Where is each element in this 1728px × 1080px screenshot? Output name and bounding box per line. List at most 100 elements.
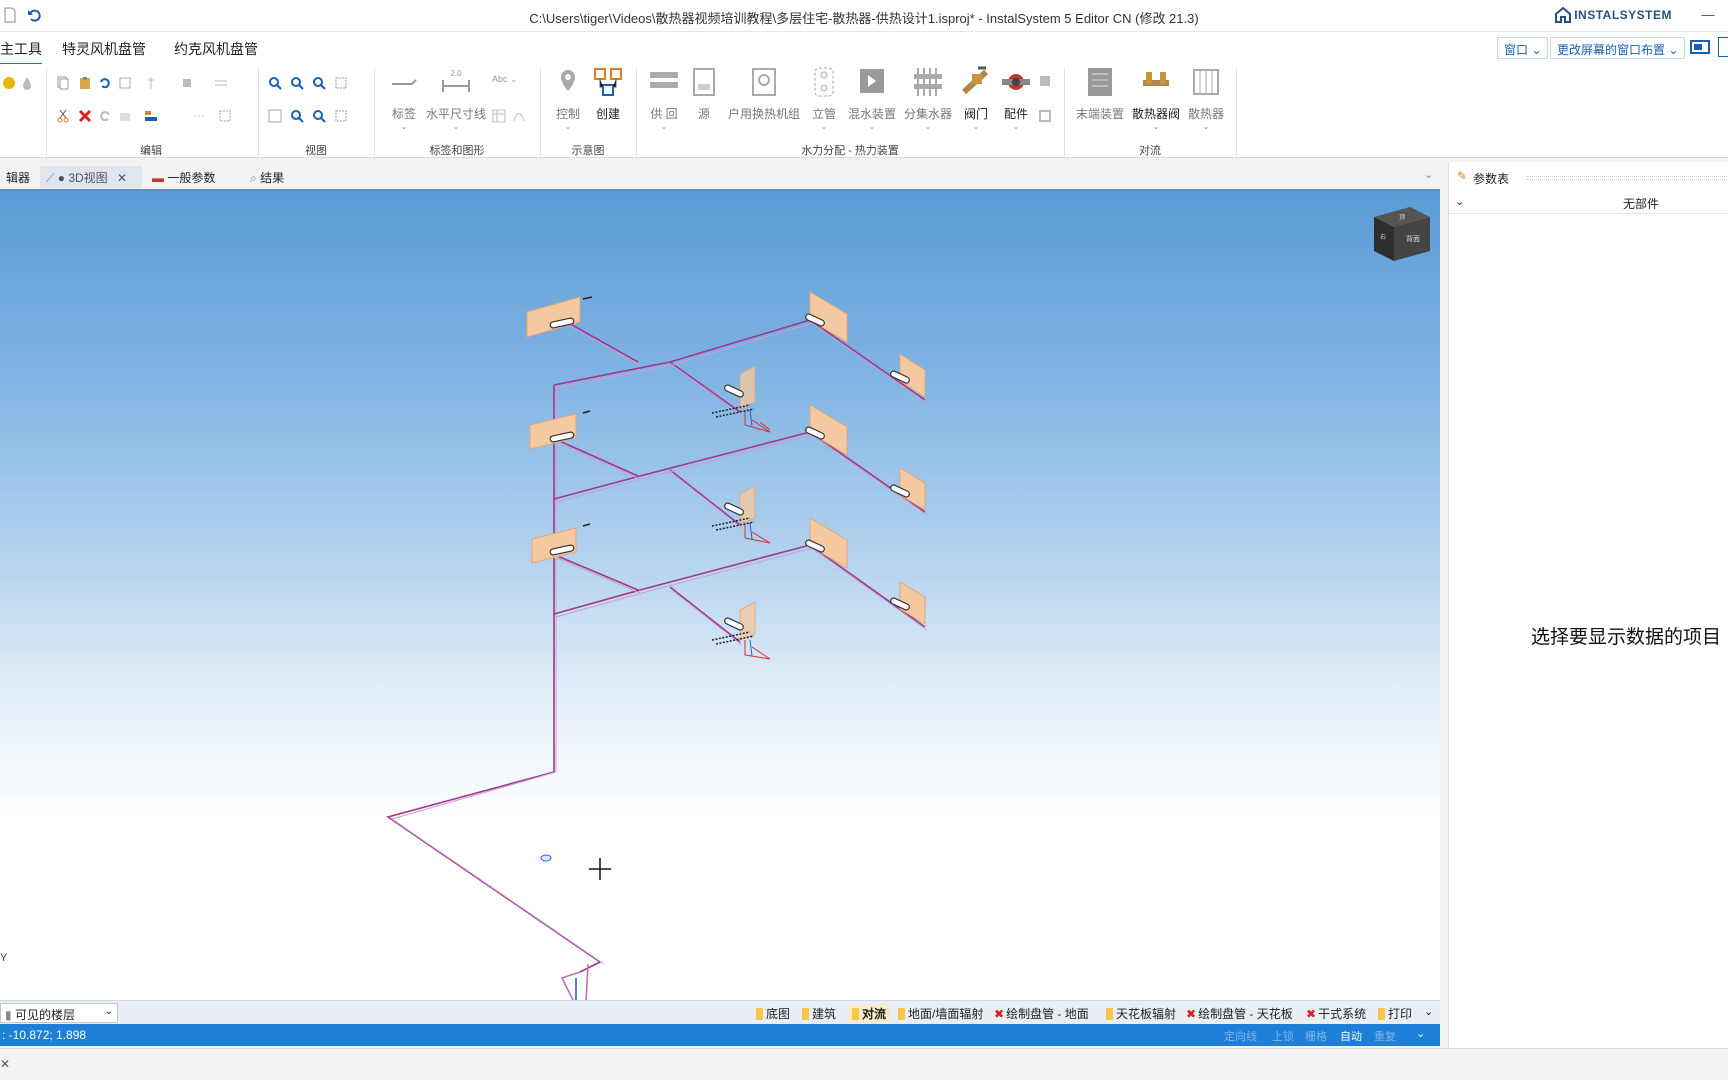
manifold-button[interactable]: 分集水器 ⌄ xyxy=(900,66,956,132)
source-marker xyxy=(540,854,552,862)
status-dropdown-icon[interactable]: ⌄ xyxy=(1416,1027,1425,1040)
status-grid[interactable]: 栅格 xyxy=(1305,1028,1327,1044)
drop-icon[interactable] xyxy=(20,76,34,90)
format-icon[interactable] xyxy=(118,109,132,123)
close-tab-icon[interactable]: ✕ xyxy=(117,171,127,185)
valve-button[interactable]: 阀门 ⌄ xyxy=(956,66,996,132)
svg-text:背面: 背面 xyxy=(1406,234,1420,243)
radiator-valve-button[interactable]: 散热器阀 ⌄ xyxy=(1128,66,1184,132)
mixing-device-button[interactable]: 混水装置 ⌄ xyxy=(844,66,900,132)
end-device-icon xyxy=(1088,68,1112,96)
minimize-button[interactable]: — xyxy=(1688,0,1728,32)
panel-subheader: ⌄ 无部件 xyxy=(1449,192,1728,214)
zoom-in-icon[interactable] xyxy=(268,76,282,90)
layer-floor-wall-radiant[interactable]: 地面/墙面辐射 xyxy=(898,1005,983,1022)
fitting-button[interactable]: 配件 ⌄ xyxy=(996,66,1036,132)
pan-icon[interactable] xyxy=(334,109,348,123)
zoom-previous-icon[interactable] xyxy=(290,109,304,123)
window-layout-dropdown[interactable]: 更改屏幕的窗口布置 ⌄ xyxy=(1550,37,1686,59)
layer-dry-system[interactable]: ✖ 干式系统 xyxy=(1306,1005,1366,1022)
title-bar: C:\Users\tiger\Videos\散热器视频培训教程\多层住宅-散热器… xyxy=(0,0,1728,32)
small-box-icon[interactable] xyxy=(1038,109,1052,123)
collapse-icon[interactable]: ⌄ xyxy=(1455,195,1464,208)
tabs-dropdown-icon[interactable]: ⌄ xyxy=(1424,168,1433,181)
params-icon: ▬ xyxy=(152,171,164,185)
navigation-cube[interactable]: 顶 背面 右 xyxy=(1370,203,1432,265)
tab-main-tools[interactable]: 主工具 xyxy=(0,39,42,65)
tab-3d-view[interactable]: ⟋ ● 3D视图 ✕ xyxy=(40,166,142,188)
end-device-button[interactable]: 末端装置 xyxy=(1072,66,1128,122)
svg-text:顶: 顶 xyxy=(1399,214,1405,221)
status-lock[interactable]: 上锁 xyxy=(1272,1028,1294,1044)
selection-icon[interactable] xyxy=(218,109,232,123)
house-logo-icon xyxy=(1555,7,1572,23)
screen-layout-icon[interactable] xyxy=(1690,39,1710,57)
coordinates-readout: : -10.872; 1.898 xyxy=(2,1028,87,1042)
layer-ceiling-coil[interactable]: ✖ 绘制盘管 - 天花板 xyxy=(1186,1005,1293,1022)
layer-floor-coil[interactable]: ✖ 绘制盘管 - 地面 xyxy=(994,1005,1089,1022)
zoom-out-icon[interactable] xyxy=(290,76,304,90)
group-diagram-label: 示意图 xyxy=(571,145,605,157)
riser-button[interactable]: 立管 ⌄ xyxy=(804,66,844,132)
tab-york-fancoil[interactable]: 约克风机盘管 xyxy=(174,39,258,63)
household-heat-exchanger-button[interactable]: 户用换热机组 xyxy=(724,66,804,122)
ribbon: 编辑 视图 标签 ⌄ 2.0 水平尺寸线 ⌄ Abc ⌄ 标签和图形 控制 ⌄ 创建 … xyxy=(0,64,1728,158)
supply-return-button[interactable]: 供 回 ⌄ xyxy=(644,66,684,132)
align-icon[interactable] xyxy=(214,76,228,90)
status-repeat[interactable]: 重复 xyxy=(1374,1028,1396,1044)
delete-icon[interactable] xyxy=(78,109,92,123)
cursor-icon[interactable] xyxy=(144,76,158,90)
tab-trane-fancoil[interactable]: 特灵风机盘管 xyxy=(62,39,146,63)
paste-icon[interactable] xyxy=(78,76,92,90)
copy-icon[interactable] xyxy=(56,76,70,90)
create-diagram-button[interactable]: 创建 xyxy=(588,66,628,122)
close-strip-icon[interactable]: ✕ xyxy=(0,1057,10,1071)
zoom-window-icon[interactable] xyxy=(334,76,348,90)
brand-logo: INSTALSYSTEM xyxy=(1555,7,1672,23)
overflow-button[interactable] xyxy=(1718,37,1728,57)
visible-floors-select[interactable]: ▮ 可见的楼层 ⌄ xyxy=(0,1003,118,1023)
control-button[interactable]: 控制 ⌄ xyxy=(548,66,588,132)
radiator-panel xyxy=(739,365,756,410)
source-button[interactable]: 源 xyxy=(684,66,724,122)
pump-icon xyxy=(1002,74,1030,90)
dots-icon[interactable] xyxy=(192,109,206,123)
curve-icon[interactable] xyxy=(512,109,526,123)
cut-icon[interactable] xyxy=(56,109,70,123)
tab-editor[interactable]: 辑器 xyxy=(0,166,36,188)
app-bottom-strip: ✕ xyxy=(0,1048,1728,1080)
layer-base-map[interactable]: 底图 xyxy=(756,1005,790,1022)
layer-print[interactable]: 打印 xyxy=(1378,1005,1412,1022)
layer-building[interactable]: 建筑 xyxy=(802,1005,836,1022)
schematic-icon xyxy=(594,68,622,96)
label-button[interactable]: 标签 ⌄ xyxy=(384,66,424,132)
window-dropdown-button[interactable]: 窗口 ⌄ xyxy=(1497,37,1549,59)
status-auto[interactable]: 自动 xyxy=(1340,1028,1362,1044)
move-icon[interactable] xyxy=(180,76,194,90)
radiator-icon xyxy=(1193,69,1219,95)
zoom-extents-icon[interactable] xyxy=(268,109,282,123)
radiator-button[interactable]: 散热器 ⌄ xyxy=(1184,66,1228,132)
small-grid-icon[interactable] xyxy=(1038,74,1052,88)
text-style-dropdown[interactable]: Abc ⌄ xyxy=(492,74,518,85)
redo-icon[interactable] xyxy=(98,109,112,123)
table-icon[interactable] xyxy=(492,109,506,123)
tab-results[interactable]: ⌕ 结果 xyxy=(244,166,290,188)
horizontal-dimension-button[interactable]: 2.0 水平尺寸线 ⌄ xyxy=(426,66,486,132)
undo-ribbon-icon[interactable] xyxy=(98,76,112,90)
zoom-next-icon[interactable] xyxy=(312,109,326,123)
pipes-icon xyxy=(650,72,678,88)
3d-viewport[interactable]: Y 顶 背面 右 xyxy=(0,189,1440,1002)
status-orientation-line[interactable]: 定向线 xyxy=(1224,1028,1257,1044)
status-bar: : -10.872; 1.898 定向线 上锁 栅格 自动 重复 ⌄ xyxy=(0,1024,1440,1046)
array-icon[interactable] xyxy=(144,109,158,123)
main-riser-pipe xyxy=(386,385,602,973)
layer-ceiling-radiant[interactable]: 天花板辐射 xyxy=(1106,1005,1176,1022)
layers-dropdown-icon[interactable]: ⌄ xyxy=(1424,1005,1433,1018)
layer-convection[interactable]: 对流 xyxy=(848,1005,891,1022)
select-box-icon[interactable] xyxy=(118,76,132,90)
riser-icon xyxy=(814,67,834,97)
yellow-tool-icon[interactable] xyxy=(2,76,16,90)
zoom-fit-icon[interactable] xyxy=(312,76,326,90)
tab-general-params[interactable]: ▬ 一般参数 xyxy=(146,166,221,188)
